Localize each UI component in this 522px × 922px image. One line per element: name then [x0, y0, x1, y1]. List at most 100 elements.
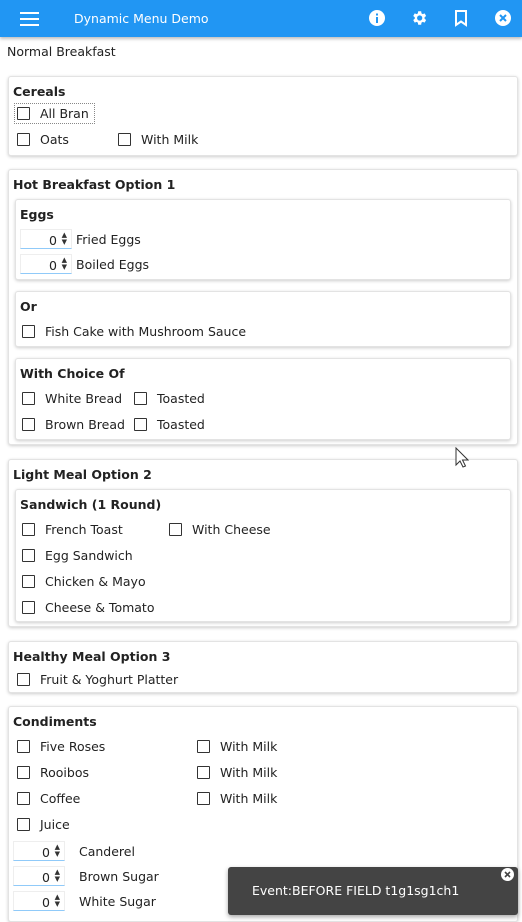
brown-sugar-value: 0	[42, 870, 50, 885]
with-cheese-checkbox[interactable]: With Cheese	[169, 522, 271, 537]
canderel-stepper[interactable]: 0 ▲ ▼ Canderel	[13, 841, 135, 861]
brown-sugar-stepper[interactable]: 0 ▲ ▼ Brown Sugar	[13, 866, 159, 886]
chicken-mayo-checkbox[interactable]: Chicken & Mayo	[22, 574, 146, 589]
condiments-title: Condiments	[13, 714, 97, 729]
coffee-milk-checkbox[interactable]: With Milk	[197, 791, 277, 806]
with-cheese-label: With Cheese	[192, 522, 271, 537]
checkbox-box	[197, 740, 210, 753]
white-sugar-value: 0	[42, 895, 50, 910]
light-meal-group: Light Meal Option 2 Sandwich (1 Round) F…	[8, 459, 518, 627]
brown-toasted-checkbox[interactable]: Toasted	[134, 417, 205, 432]
fruit-platter-checkbox[interactable]: Fruit & Yoghurt Platter	[17, 672, 178, 687]
five-roses-checkbox[interactable]: Five Roses	[17, 739, 105, 754]
close-icon[interactable]	[494, 9, 512, 27]
cheese-tomato-checkbox[interactable]: Cheese & Tomato	[22, 600, 154, 615]
or-title: Or	[20, 299, 37, 314]
rooibos-checkbox[interactable]: Rooibos	[17, 765, 89, 780]
checkbox-box	[22, 418, 35, 431]
boiled-eggs-value: 0	[49, 258, 57, 273]
brown-toasted-label: Toasted	[157, 417, 205, 432]
boiled-eggs-field[interactable]: 0 ▲ ▼	[20, 254, 72, 274]
sandwich-title: Sandwich (1 Round)	[20, 497, 162, 512]
sandwich-group: Sandwich (1 Round) French Toast With Che…	[15, 489, 511, 622]
egg-sandwich-checkbox[interactable]: Egg Sandwich	[22, 548, 133, 563]
spinner-arrows-icon[interactable]: ▲ ▼	[55, 894, 60, 908]
white-toasted-label: Toasted	[157, 391, 205, 406]
canderel-value: 0	[42, 845, 50, 860]
bookmark-icon[interactable]	[452, 9, 470, 27]
info-icon[interactable]	[368, 9, 386, 27]
canderel-label: Canderel	[79, 843, 135, 859]
checkbox-box	[17, 673, 30, 686]
white-toasted-checkbox[interactable]: Toasted	[134, 391, 205, 406]
checkbox-box	[17, 792, 30, 805]
checkbox-box	[169, 523, 182, 536]
event-toast: Event:BEFORE FIELD t1g1sg1ch1	[228, 867, 518, 915]
healthy-meal-title: Healthy Meal Option 3	[13, 649, 171, 664]
toast-message: Event:BEFORE FIELD t1g1sg1ch1	[252, 883, 460, 898]
fruit-platter-label: Fruit & Yoghurt Platter	[40, 672, 179, 687]
checkbox-box	[17, 740, 30, 753]
brown-sugar-field[interactable]: 0 ▲ ▼	[13, 866, 65, 886]
fried-eggs-value: 0	[49, 233, 57, 248]
all-bran-checkbox[interactable]: All Bran	[14, 103, 95, 124]
brown-sugar-label: Brown Sugar	[79, 868, 159, 884]
oats-label: Oats	[40, 132, 69, 147]
page-subtitle: Normal Breakfast	[7, 44, 116, 59]
checkbox-box	[17, 107, 30, 120]
hamburger-icon[interactable]	[20, 12, 39, 26]
hot-breakfast-group: Hot Breakfast Option 1 Eggs 0 ▲ ▼ Fried Eg…	[8, 169, 518, 445]
choice-title: With Choice Of	[20, 366, 125, 381]
fish-cake-checkbox[interactable]: Fish Cake with Mushroom Sauce	[22, 324, 246, 339]
white-sugar-label: White Sugar	[79, 893, 156, 909]
white-sugar-field[interactable]: 0 ▲ ▼	[13, 891, 65, 911]
coffee-milk-label: With Milk	[220, 791, 278, 806]
five-roses-milk-label: With Milk	[220, 739, 278, 754]
boiled-eggs-stepper[interactable]: 0 ▲ ▼ Boiled Eggs	[20, 254, 149, 274]
rooibos-label: Rooibos	[40, 765, 89, 780]
fried-eggs-label: Fried Eggs	[76, 231, 141, 247]
fried-eggs-field[interactable]: 0 ▲ ▼	[20, 229, 72, 249]
spinner-arrows-icon[interactable]: ▲ ▼	[55, 869, 60, 883]
app-bar: Dynamic Menu Demo	[0, 0, 522, 37]
cereal-with-milk-label: With Milk	[141, 132, 199, 147]
all-bran-label: All Bran	[40, 106, 89, 121]
checkbox-box	[22, 325, 35, 338]
checkbox-box	[17, 133, 30, 146]
rooibos-milk-label: With Milk	[220, 765, 278, 780]
checkbox-box	[22, 601, 35, 614]
toast-close-icon[interactable]	[501, 868, 514, 881]
checkbox-box	[197, 792, 210, 805]
brown-bread-checkbox[interactable]: Brown Bread	[22, 417, 125, 432]
spinner-arrows-icon[interactable]: ▲ ▼	[55, 844, 60, 858]
checkbox-box	[17, 818, 30, 831]
coffee-checkbox[interactable]: Coffee	[17, 791, 80, 806]
white-sugar-stepper[interactable]: 0 ▲ ▼ White Sugar	[13, 891, 156, 911]
oats-checkbox[interactable]: Oats	[17, 132, 69, 147]
fried-eggs-stepper[interactable]: 0 ▲ ▼ Fried Eggs	[20, 229, 141, 249]
juice-checkbox[interactable]: Juice	[17, 817, 70, 832]
app-title: Dynamic Menu Demo	[74, 11, 209, 26]
checkbox-box	[17, 766, 30, 779]
brown-bread-label: Brown Bread	[45, 417, 125, 432]
rooibos-milk-checkbox[interactable]: With Milk	[197, 765, 277, 780]
white-bread-checkbox[interactable]: White Bread	[22, 391, 122, 406]
five-roses-milk-checkbox[interactable]: With Milk	[197, 739, 277, 754]
spinner-arrows-icon[interactable]: ▲ ▼	[62, 257, 67, 271]
french-toast-checkbox[interactable]: French Toast	[22, 522, 123, 537]
checkbox-box	[118, 133, 131, 146]
gear-icon[interactable]	[410, 9, 428, 27]
eggs-group: Eggs 0 ▲ ▼ Fried Eggs 0 ▲ ▼ Boiled Eggs	[15, 199, 511, 280]
or-group: Or Fish Cake with Mushroom Sauce	[15, 291, 511, 347]
canderel-field[interactable]: 0 ▲ ▼	[13, 841, 65, 861]
cereal-with-milk-checkbox[interactable]: With Milk	[118, 132, 198, 147]
cereals-title: Cereals	[13, 84, 66, 99]
cereals-group: Cereals All Bran Oats With Milk	[8, 76, 518, 156]
coffee-label: Coffee	[40, 791, 81, 806]
spinner-arrows-icon[interactable]: ▲ ▼	[62, 232, 67, 246]
chicken-mayo-label: Chicken & Mayo	[45, 574, 146, 589]
choice-group: With Choice Of White Bread Toasted Brown…	[15, 358, 511, 440]
checkbox-box	[134, 392, 147, 405]
white-bread-label: White Bread	[45, 391, 123, 406]
checkbox-box	[22, 392, 35, 405]
